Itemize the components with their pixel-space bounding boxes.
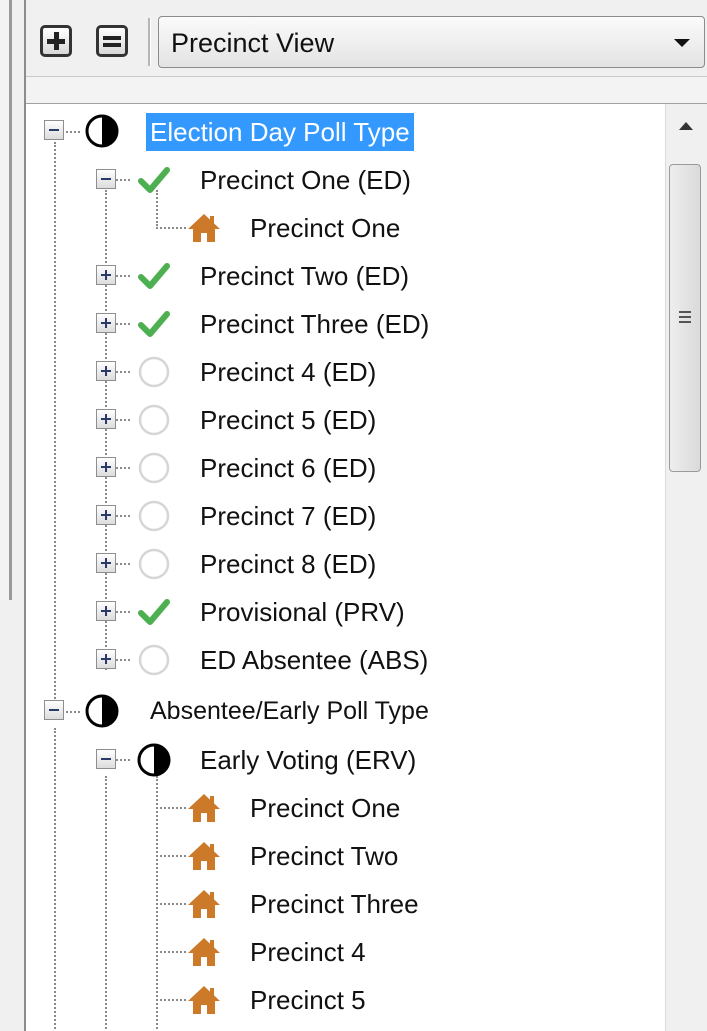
tree-node-precinct-8-ed[interactable]: Precinct 8 (ED) [96,541,516,587]
tree-node-label: Precinct 7 (ED) [200,501,377,531]
collapse-all-button[interactable] [96,25,128,57]
tree-node-absentee-early[interactable]: Absentee/Early Poll Type [44,688,524,734]
tree-node-precinct-6-ed[interactable]: Precinct 6 (ED) [96,445,516,491]
tree-leaf-precinct-one[interactable]: Precinct One [186,785,486,831]
half-circle-icon [85,114,119,148]
tree-node-label: Precinct One (ED) [200,165,411,195]
tree-node-precinct-4-ed[interactable]: Precinct 4 (ED) [96,349,516,395]
expand-toggle[interactable] [96,505,116,525]
tree-leaf-partial[interactable] [186,1025,486,1031]
checkmark-icon [138,311,170,337]
tree-node-label: Election Day Poll Type [146,113,414,151]
tree-leaf-precinct-one[interactable]: Precinct One [186,205,486,251]
collapse-toggle[interactable] [96,749,116,769]
tree-node-label: Precinct Two (ED) [200,261,410,291]
expand-toggle[interactable] [96,553,116,573]
collapse-toggle[interactable] [44,700,64,720]
house-icon [188,794,220,822]
tree-node-label: Precinct Three [250,889,419,919]
tree-node-precinct-two-ed[interactable]: Precinct Two (ED) [96,253,516,299]
tree-node-label: ED Absentee (ABS) [200,645,429,675]
splitter[interactable] [9,0,12,600]
header-strip [26,76,707,105]
tree-node-label: Precinct 5 (ED) [200,405,377,435]
tree-node-label: Early Voting (ERV) [200,745,417,775]
house-icon [188,986,220,1014]
left-gutter [0,0,9,600]
collapse-toggle[interactable] [96,169,116,189]
tree-leaf-precinct-5[interactable]: Precinct 5 [186,977,486,1023]
checkmark-icon [138,599,170,625]
toolbar-separator [148,18,151,66]
expand-toggle[interactable] [96,265,116,285]
tree-node-label: Provisional (PRV) [200,597,405,627]
expand-toggle[interactable] [96,361,116,381]
expand-all-button[interactable] [40,25,72,57]
view-select[interactable]: Precinct View [158,16,705,68]
tree-leaf-precinct-two[interactable]: Precinct Two [186,833,486,879]
tree-node-ed-absentee-abs[interactable]: ED Absentee (ABS) [96,637,516,683]
half-circle-icon [85,694,119,728]
tree-node-label: Precinct 6 (ED) [200,453,377,483]
house-icon [188,890,220,918]
expand-toggle[interactable] [96,409,116,429]
tree-node-label: Precinct 8 (ED) [200,549,377,579]
checkmark-icon [138,263,170,289]
scroll-thumb[interactable] [669,164,701,472]
expand-toggle[interactable] [96,457,116,477]
view-select-value: Precinct View [171,28,335,58]
tree-node-label: Precinct Two [250,841,399,871]
chevron-down-icon[interactable] [674,39,690,47]
tree-node-early-voting-erv[interactable]: Early Voting (ERV) [96,737,516,783]
empty-circle-icon [138,644,170,676]
tree-node-provisional-prv[interactable]: Provisional (PRV) [96,589,516,635]
empty-circle-icon [138,452,170,484]
tree-node-label: Absentee/Early Poll Type [150,697,429,725]
expand-toggle[interactable] [96,313,116,333]
expand-toggle[interactable] [96,601,116,621]
house-icon [188,842,220,870]
tree-node-precinct-three-ed[interactable]: Precinct Three (ED) [96,301,516,347]
tree-node-election-day[interactable]: Election Day Poll Type [44,108,504,154]
empty-circle-icon [138,500,170,532]
tree-node-precinct-5-ed[interactable]: Precinct 5 (ED) [96,397,516,443]
expand-toggle[interactable] [96,649,116,669]
house-icon [188,938,220,966]
tree-node-precinct-7-ed[interactable]: Precinct 7 (ED) [96,493,516,539]
vertical-scrollbar[interactable] [665,104,707,1031]
checkmark-icon [138,167,170,193]
half-circle-icon [137,743,171,777]
collapse-toggle[interactable] [44,120,64,140]
tree-node-precinct-one-ed[interactable]: Precinct One (ED) [96,157,516,203]
scroll-up-arrow-icon[interactable] [679,122,693,130]
precinct-tree[interactable]: Election Day Poll Type Precinct One (ED)… [26,104,665,1031]
tree-node-label: Precinct 4 (ED) [200,357,377,387]
empty-circle-icon [138,404,170,436]
tree-node-label: Precinct One [250,213,401,243]
tree-node-label: Precinct 4 [250,937,366,967]
tree-leaf-precinct-three[interactable]: Precinct Three [186,881,486,927]
grip-icon [679,311,691,326]
empty-circle-icon [138,356,170,388]
tree-node-label: Precinct One [250,793,401,823]
tree-node-label: Precinct 5 [250,985,366,1015]
empty-circle-icon [138,548,170,580]
house-icon [188,214,220,242]
tree-leaf-precinct-4[interactable]: Precinct 4 [186,929,486,975]
tree-node-label: Precinct Three (ED) [200,309,430,339]
